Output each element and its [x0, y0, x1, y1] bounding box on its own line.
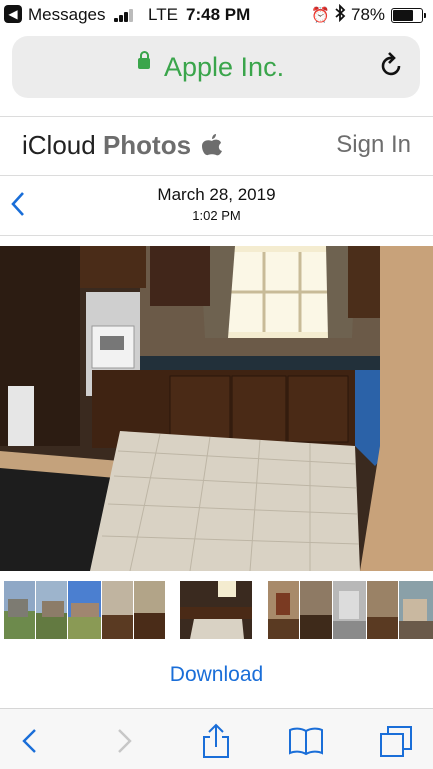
- divider: [0, 175, 433, 176]
- address-bar[interactable]: Apple Inc.: [12, 36, 420, 98]
- carrier-label: LTE: [148, 5, 178, 24]
- apple-logo-icon: [202, 132, 223, 156]
- clock: 7:48 PM: [186, 5, 251, 24]
- forward-chevron-icon[interactable]: [106, 723, 142, 759]
- thumbnail[interactable]: [367, 581, 398, 639]
- thumbnail-strip[interactable]: [0, 579, 433, 641]
- alarm-icon: ⏰: [311, 7, 330, 24]
- battery-icon: [391, 8, 426, 23]
- thumbnail[interactable]: [36, 581, 67, 639]
- thumbnail[interactable]: [4, 581, 35, 639]
- photo-time: 1:02 PM: [192, 208, 241, 223]
- divider: [0, 116, 433, 117]
- thumbnail[interactable]: [68, 581, 101, 639]
- back-app-label[interactable]: Messages: [28, 5, 105, 25]
- thumbnail-selected[interactable]: [178, 579, 254, 641]
- back-chevron-icon[interactable]: [14, 723, 50, 759]
- lock-icon: [138, 51, 150, 69]
- divider: [0, 235, 433, 236]
- photo-date: March 28, 2019: [157, 185, 276, 204]
- thumbnail[interactable]: [268, 581, 299, 639]
- thumbnail[interactable]: [134, 581, 165, 639]
- tabs-icon[interactable]: [378, 723, 414, 759]
- battery-percent: 78%: [351, 5, 386, 24]
- back-app-icon[interactable]: ◀: [4, 5, 22, 23]
- download-button[interactable]: Download: [0, 663, 433, 687]
- share-icon[interactable]: [198, 723, 234, 759]
- thumbnail[interactable]: [333, 581, 366, 639]
- battery-fill: [393, 10, 414, 21]
- thumbnail[interactable]: [300, 581, 332, 639]
- icloud-photos-logo[interactable]: iCloud Photos: [22, 130, 223, 161]
- bookmarks-icon[interactable]: [288, 723, 324, 759]
- status-bar: ◀ Messages LTE 7:48 PM ⏰ 78%: [0, 0, 433, 28]
- sign-in-link[interactable]: Sign In: [336, 131, 411, 159]
- signal-strength-icon: [114, 8, 138, 22]
- main-photo[interactable]: [0, 246, 433, 571]
- brand-part2: Photos: [102, 130, 192, 160]
- brand-part1: iCloud: [22, 130, 96, 160]
- safari-toolbar: [0, 708, 433, 769]
- bluetooth-icon: [334, 3, 346, 27]
- reload-icon[interactable]: [380, 52, 404, 85]
- thumbnail[interactable]: [102, 581, 133, 639]
- thumbnail[interactable]: [399, 581, 433, 639]
- site-name[interactable]: Apple Inc.: [164, 52, 284, 83]
